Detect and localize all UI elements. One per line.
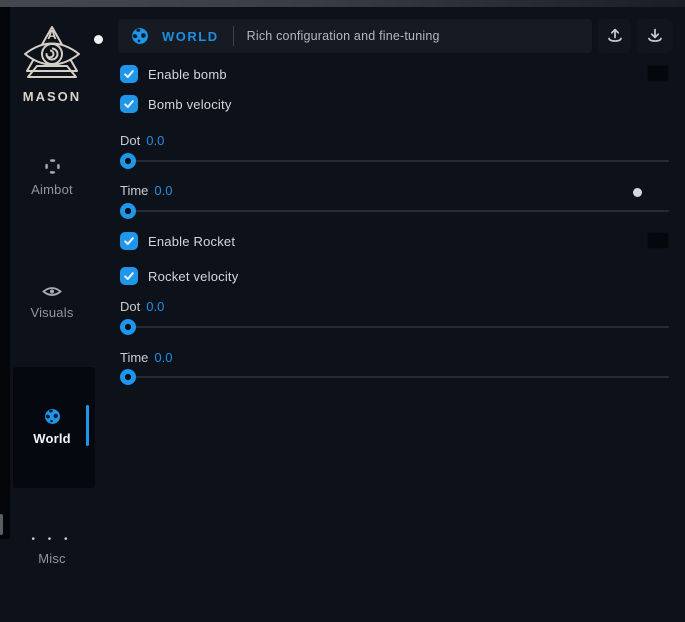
enable-rocket-checkbox[interactable] (120, 232, 138, 250)
globe-icon (44, 408, 61, 425)
sidebar-item-label: Aimbot (6, 182, 98, 197)
page-subtitle: Rich configuration and fine-tuning (247, 29, 440, 43)
svg-text:A: A (47, 27, 57, 42)
download-icon (645, 26, 665, 46)
cursor-dot (633, 188, 642, 197)
bomb-time-slider-track[interactable] (121, 210, 669, 212)
checkbox-label: Rocket velocity (148, 269, 238, 284)
slider-name: Time (120, 183, 148, 198)
slider-value: 0.0 (146, 133, 164, 148)
sidebar-item-label: Misc (6, 551, 98, 566)
ellipsis-icon: • • • (6, 535, 98, 545)
enable-bomb-keybind-box[interactable] (647, 65, 669, 82)
checkbox-row: Enable Rocket (120, 232, 235, 250)
rocket-dot-slider-track[interactable] (121, 326, 669, 328)
slider-value: 0.0 (154, 183, 172, 198)
check-icon (123, 68, 135, 80)
eye-icon (42, 284, 62, 299)
sidebar-item-label: Visuals (6, 305, 98, 320)
slider-value: 0.0 (154, 350, 172, 365)
checkbox-label: Enable bomb (148, 67, 227, 82)
slider-name: Dot (120, 299, 140, 314)
enable-bomb-checkbox[interactable] (120, 65, 138, 83)
slider-label: Dot 0.0 (120, 299, 164, 314)
bomb-time-slider-handle[interactable] (120, 203, 136, 219)
globe-icon (131, 27, 149, 45)
bomb-velocity-checkbox[interactable] (120, 95, 138, 113)
slider-value: 0.0 (146, 299, 164, 314)
crosshair-icon (43, 157, 62, 176)
bomb-dot-slider-handle[interactable] (120, 153, 136, 169)
slider-label: Time 0.0 (120, 350, 172, 365)
mason-eye-logo-icon: A (20, 25, 84, 83)
upload-config-button[interactable] (598, 19, 631, 53)
download-config-button[interactable] (637, 19, 673, 53)
brand-name: MASON (6, 89, 98, 104)
page-header: WORLD Rich configuration and fine-tuning (118, 19, 592, 53)
sidebar-item-label: World (6, 431, 98, 446)
upload-icon (605, 26, 625, 46)
slider-name: Time (120, 350, 148, 365)
sidebar-item-visuals[interactable]: Visuals (6, 284, 98, 320)
check-icon (123, 270, 135, 282)
checkbox-label: Enable Rocket (148, 234, 235, 249)
rocket-dot-slider-handle[interactable] (120, 319, 136, 335)
cursor-dot (94, 35, 103, 44)
sidebar-item-misc[interactable]: • • • Misc (6, 535, 98, 566)
sidebar-item-aimbot[interactable]: Aimbot (6, 157, 98, 197)
rocket-velocity-checkbox[interactable] (120, 267, 138, 285)
left-edge-tick (0, 514, 3, 535)
checkbox-row: Enable bomb (120, 65, 227, 83)
checkbox-label: Bomb velocity (148, 97, 232, 112)
app-window: A MASON Aimbot Visuals World • • (0, 0, 685, 622)
rocket-time-slider-handle[interactable] (120, 369, 136, 385)
checkbox-row: Bomb velocity (120, 95, 232, 113)
checkbox-row: Rocket velocity (120, 267, 238, 285)
slider-name: Dot (120, 133, 140, 148)
page-title: WORLD (162, 29, 219, 44)
slider-label: Dot 0.0 (120, 133, 164, 148)
brand-logo: A MASON (6, 25, 98, 104)
sidebar-item-world[interactable]: World (6, 408, 98, 446)
window-top-band (0, 0, 685, 7)
enable-rocket-keybind-box[interactable] (647, 232, 669, 249)
header-divider (233, 26, 234, 46)
slider-label: Time 0.0 (120, 183, 172, 198)
bomb-dot-slider-track[interactable] (121, 160, 669, 162)
rocket-time-slider-track[interactable] (121, 376, 669, 378)
check-icon (123, 235, 135, 247)
check-icon (123, 98, 135, 110)
